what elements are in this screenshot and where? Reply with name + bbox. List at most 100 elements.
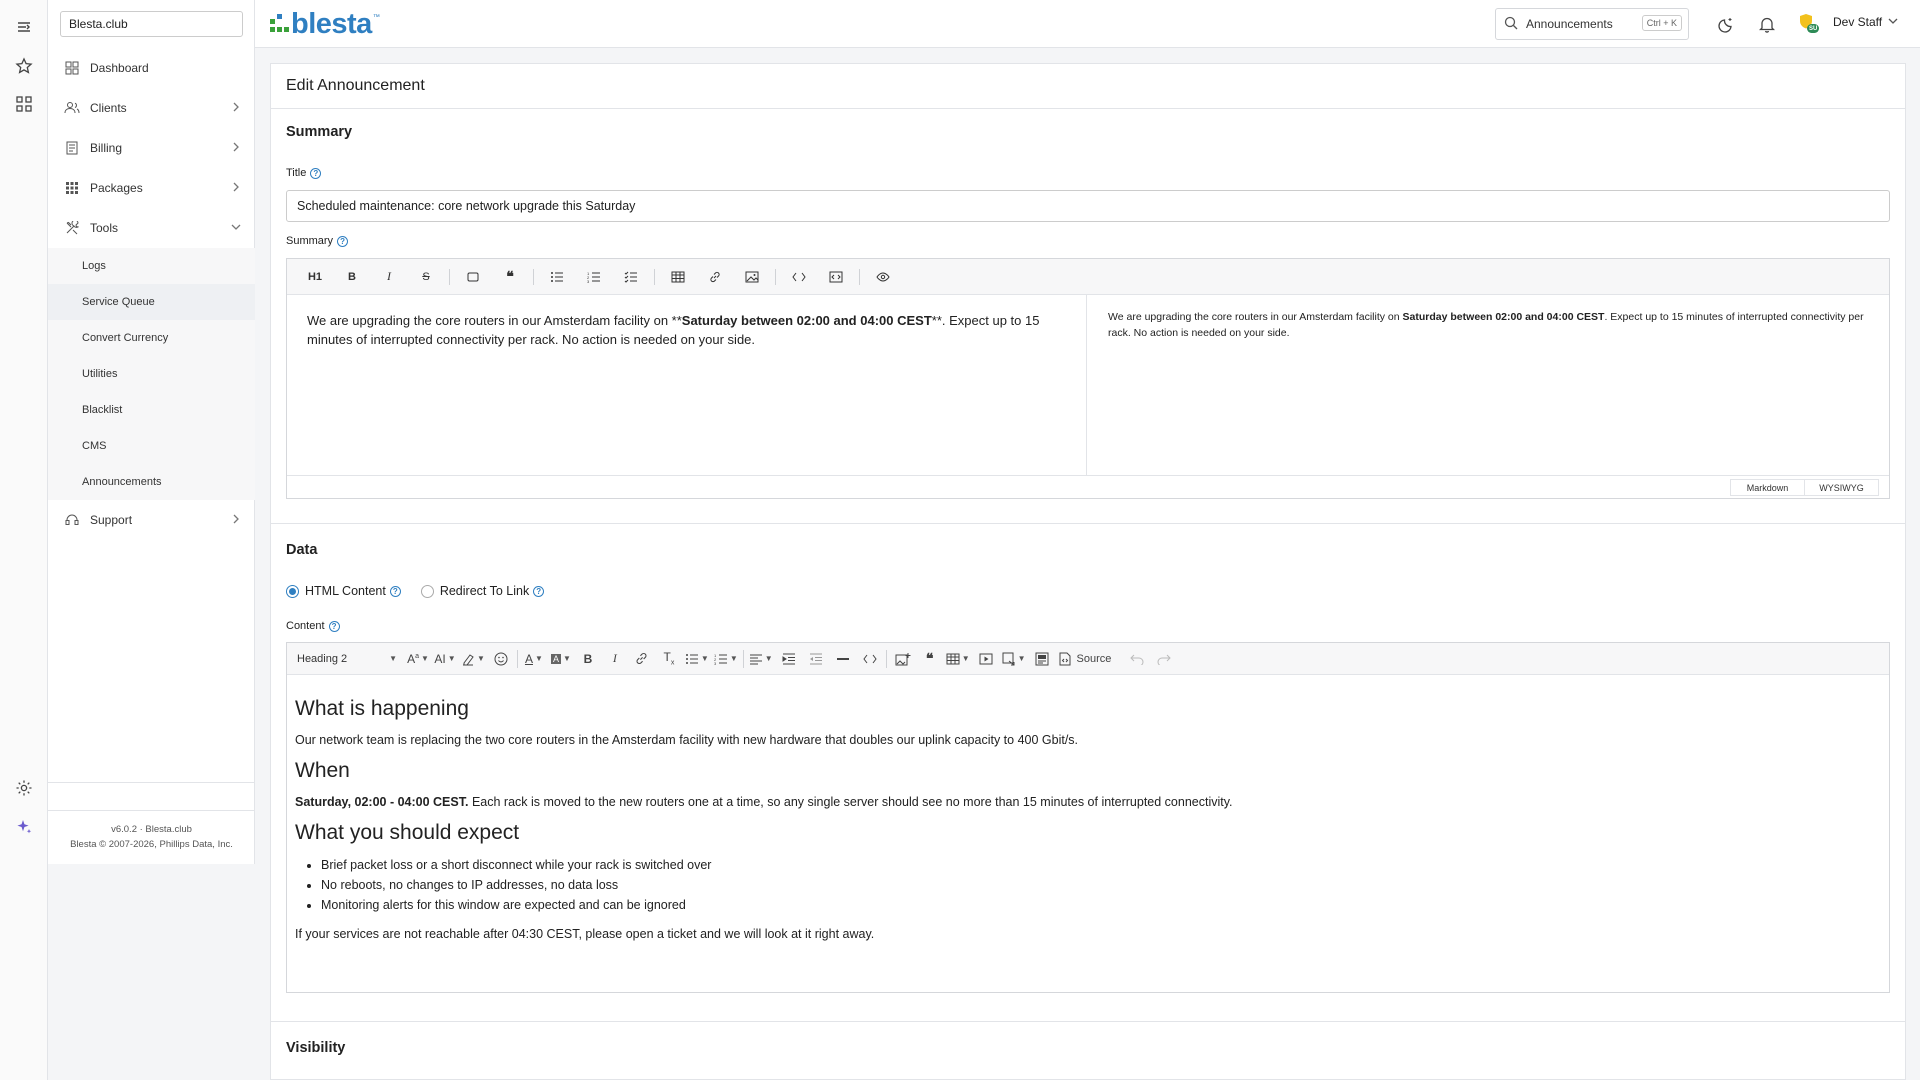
insert-table-icon[interactable]: ▼ — [946, 647, 970, 671]
horizontal-line-icon[interactable] — [832, 647, 854, 671]
title-input[interactable] — [286, 190, 1890, 222]
image-icon[interactable] — [738, 263, 766, 291]
help-icon[interactable]: ? — [533, 585, 545, 597]
strikethrough-icon[interactable]: S — [412, 263, 440, 291]
help-icon[interactable]: ? — [389, 585, 401, 597]
sidebar-item-billing[interactable]: Billing — [48, 128, 255, 168]
editor-mode-bar: Markdown WYSIWYG — [287, 475, 1889, 498]
preview-eye-icon[interactable] — [869, 263, 897, 291]
html-embed-icon[interactable]: ▼ — [1002, 647, 1026, 671]
bulleted-list-icon[interactable] — [543, 263, 571, 291]
global-search[interactable]: Ctrl + K — [1495, 8, 1689, 40]
blockquote-icon[interactable]: ❝ — [919, 647, 941, 671]
sidebar-item-support[interactable]: Support — [48, 500, 255, 540]
indent-icon[interactable] — [778, 647, 800, 671]
redo-icon[interactable] — [1153, 647, 1175, 671]
remove-format-icon[interactable]: Tx — [658, 647, 680, 671]
inline-code-icon[interactable] — [785, 263, 813, 291]
sidebar-subitem-service-queue[interactable]: Service Queue — [48, 284, 255, 320]
emoji-icon[interactable] — [490, 647, 512, 671]
sidebar-item-clients[interactable]: Clients — [48, 88, 255, 128]
outdent-icon[interactable] — [805, 647, 827, 671]
markdown-source-pane[interactable]: We are upgrading the core routers in our… — [287, 295, 1087, 475]
super-user-shield-icon[interactable]: SU — [1797, 12, 1821, 36]
italic-icon[interactable]: I — [375, 263, 403, 291]
sidebar-subitem-logs[interactable]: Logs — [48, 248, 255, 284]
dark-mode-icon[interactable] — [1714, 12, 1738, 36]
templates-icon[interactable] — [1031, 647, 1053, 671]
chevron-down-icon — [231, 221, 241, 235]
media-embed-icon[interactable] — [975, 647, 997, 671]
font-family-icon[interactable]: Aa ▼ — [407, 647, 429, 671]
bold-icon[interactable]: B — [577, 647, 599, 671]
sidebar-subitem-announcements[interactable]: Announcements — [48, 464, 255, 500]
divider — [271, 108, 1905, 109]
link-icon[interactable] — [631, 647, 653, 671]
quote-icon[interactable]: ❝ — [496, 263, 524, 291]
help-icon[interactable]: ? — [337, 235, 349, 247]
help-icon[interactable]: ? — [310, 167, 322, 179]
numbered-list-icon[interactable]: 123 — [580, 263, 608, 291]
heading-select[interactable]: Heading 2 ▼ — [293, 647, 401, 671]
sidebar-nav: Dashboard Clients Billing Packages Tools… — [48, 48, 255, 540]
sidebar: Dashboard Clients Billing Packages Tools… — [48, 0, 255, 864]
markdown-mode-button[interactable]: Markdown — [1730, 479, 1805, 496]
sidebar-item-dashboard[interactable]: Dashboard — [48, 48, 255, 88]
toolbar-separator — [654, 268, 655, 285]
html-content-label[interactable]: HTML Content — [305, 584, 386, 598]
source-button[interactable]: Source — [1058, 647, 1111, 671]
collapse-menu-icon[interactable] — [12, 15, 36, 39]
content-list: Brief packet loss or a short disconnect … — [321, 855, 1881, 915]
user-menu[interactable]: Dev Staff — [1833, 15, 1898, 29]
super-user-badge: SU — [1809, 26, 1818, 32]
align-left-icon[interactable]: ▼ — [749, 647, 773, 671]
blesta-logo[interactable]: blesta ™ — [269, 8, 380, 40]
logo-mark-icon — [270, 14, 289, 32]
numbered-list-icon[interactable]: 1 2 3 ▼ — [714, 647, 738, 671]
sidebar-subitem-blacklist[interactable]: Blacklist — [48, 392, 255, 428]
sidebar-item-packages[interactable]: Packages — [48, 168, 255, 208]
checklist-icon[interactable] — [617, 263, 645, 291]
code-icon[interactable] — [859, 647, 881, 671]
user-name: Dev Staff — [1833, 15, 1883, 29]
list-item: No reboots, no changes to IP addresses, … — [321, 875, 1881, 895]
sparkle-ai-icon[interactable] — [12, 815, 36, 839]
horizontal-rule-icon[interactable] — [459, 263, 487, 291]
notifications-bell-icon[interactable] — [1755, 12, 1779, 36]
site-switcher-input[interactable] — [60, 11, 243, 37]
sidebar-subitem-utilities[interactable]: Utilities — [48, 356, 255, 392]
redirect-link-label[interactable]: Redirect To Link — [440, 584, 529, 598]
sidebar-item-label: Tools — [90, 221, 119, 235]
bold-icon[interactable]: B — [338, 263, 366, 291]
code-block-icon[interactable] — [822, 263, 850, 291]
highlight-marker-icon[interactable]: ▼ — [461, 647, 485, 671]
html-content-radio[interactable] — [286, 584, 299, 598]
redirect-link-radio[interactable] — [420, 584, 434, 598]
wysiwyg-content[interactable]: What is happening Our network team is re… — [287, 675, 1889, 965]
apps-grid-icon[interactable] — [12, 92, 36, 116]
wysiwyg-mode-button[interactable]: WYSIWYG — [1804, 479, 1879, 496]
sidebar-divider — [48, 810, 255, 811]
chevron-right-icon — [231, 513, 241, 527]
help-icon[interactable]: ? — [328, 620, 340, 632]
link-icon[interactable] — [701, 263, 729, 291]
font-size-icon[interactable]: AI ▼ — [434, 647, 456, 671]
undo-icon[interactable] — [1126, 647, 1148, 671]
table-icon[interactable] — [664, 263, 692, 291]
sidebar-subitem-convert-currency[interactable]: Convert Currency — [48, 320, 255, 356]
toolbar-separator — [516, 649, 518, 668]
star-icon[interactable] — [12, 54, 36, 78]
markdown-editor: H1 B I S ❝ 123 We are upgrading the core… — [286, 258, 1890, 499]
wysiwyg-editor: Heading 2 ▼ Aa ▼ AI ▼ ▼ A ▼ A ▼ B I Tx ▼ 123… — [286, 642, 1890, 993]
sidebar-item-tools[interactable]: Tools — [48, 208, 255, 248]
trademark-icon: ™ — [372, 13, 380, 21]
font-color-icon[interactable]: A ▼ — [523, 647, 545, 671]
settings-gear-icon[interactable] — [12, 776, 36, 800]
italic-icon[interactable]: I — [604, 647, 626, 671]
sidebar-subitem-cms[interactable]: CMS — [48, 428, 255, 464]
heading-button[interactable]: H1 — [301, 263, 329, 291]
background-color-icon[interactable]: A ▼ — [550, 647, 572, 671]
search-input[interactable] — [1526, 17, 1636, 31]
insert-image-icon[interactable] — [892, 647, 914, 671]
bulleted-list-icon[interactable]: ▼ — [685, 647, 709, 671]
